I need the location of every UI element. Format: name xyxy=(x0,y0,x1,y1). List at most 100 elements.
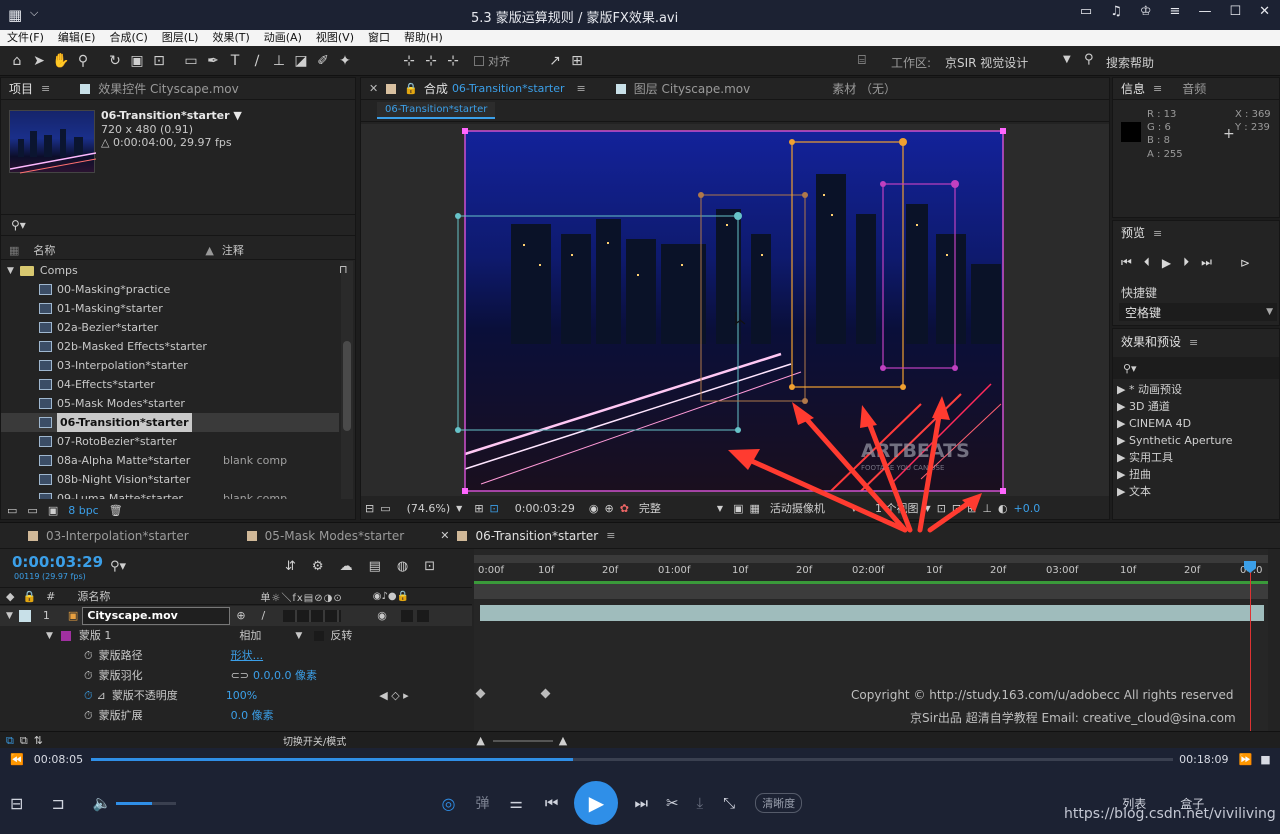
chevron-down-icon[interactable]: ▼ xyxy=(456,504,462,513)
list-item[interactable]: 00-Masking*practice xyxy=(1,280,339,299)
prop-mask-path[interactable]: ⏱ 蒙版路径 形状... xyxy=(0,646,472,666)
puppet-pin-tool-icon[interactable]: ✦ xyxy=(335,51,355,71)
next-frame-icon[interactable]: ⏵ xyxy=(1183,255,1189,270)
effects-search[interactable]: ⚲▾ xyxy=(1113,357,1279,379)
panel-menu-icon[interactable]: ≡ xyxy=(1153,82,1162,95)
switch-boxes[interactable] xyxy=(283,610,342,622)
always-preview-icon[interactable]: ⊟ xyxy=(365,502,374,515)
tab-footage[interactable]: 素材 （无） xyxy=(824,78,904,100)
close-icon[interactable]: ✕ xyxy=(1259,4,1270,19)
mask-name[interactable]: 蒙版 1 xyxy=(79,626,112,646)
keyframe-nav[interactable]: ◀ ◇ ▸ xyxy=(379,686,408,706)
chevron-down-icon[interactable]: ▼ xyxy=(717,504,723,513)
list-item[interactable]: ▶ 扭曲 xyxy=(1117,466,1279,483)
list-item-selected[interactable]: 06-Transition*starter xyxy=(1,413,339,432)
list-item[interactable]: 01-Masking*starter xyxy=(1,299,339,318)
zoom-in-icon[interactable]: ▲ xyxy=(559,734,567,747)
chevron-down-icon[interactable]: ▼ xyxy=(233,109,241,122)
scrollbar-thumb[interactable] xyxy=(343,341,351,431)
chevron-down-icon[interactable]: ▼ xyxy=(1266,307,1273,317)
chevron-down-icon[interactable]: ▼ xyxy=(46,626,53,646)
vr-icon[interactable]: ⌸ xyxy=(858,53,866,68)
pixel-aspect-icon[interactable]: ⊡ xyxy=(937,502,946,515)
play-button[interactable]: ▶ xyxy=(574,781,619,825)
monitor-icon[interactable]: ▭ xyxy=(380,502,390,515)
snapshot-icon[interactable]: ◉ xyxy=(589,502,599,515)
list-item[interactable]: 05-Mask Modes*starter xyxy=(1,394,339,413)
layer-switches-icon[interactable]: ⧉ xyxy=(6,734,14,748)
delete-icon[interactable]: 🗑 xyxy=(109,504,123,517)
tab-audio[interactable]: 音频 xyxy=(1174,78,1214,100)
breadcrumb[interactable]: 06-Transition*starter xyxy=(377,102,496,119)
snap-checkbox[interactable] xyxy=(474,55,484,66)
menu-help[interactable]: 帮助(H) xyxy=(397,30,450,46)
clone-stamp-tool-icon[interactable]: ⊥ xyxy=(269,51,289,71)
bpc-label[interactable]: 8 bpc xyxy=(68,504,99,517)
interpret-footage-icon[interactable]: ▭ xyxy=(7,504,17,517)
minimize-icon[interactable]: — xyxy=(1198,4,1211,19)
list-item[interactable]: 02b-Masked Effects*starter xyxy=(1,337,339,356)
link-icon[interactable]: ⊂⊃ xyxy=(231,666,249,686)
zoom-tool-icon[interactable]: ⚲ xyxy=(73,51,93,71)
comp-canvas[interactable]: ARTBEATS FOOTAGE YOU CAN USE xyxy=(361,124,1109,496)
message-icon[interactable]: ▭ xyxy=(1080,4,1092,19)
graph-editor-icon[interactable]: ⊡ xyxy=(424,559,435,574)
menu-layer[interactable]: 图层(L) xyxy=(155,30,206,46)
modes-icon[interactable]: ⧉ xyxy=(20,734,28,748)
menu-view[interactable]: 视图(V) xyxy=(309,30,361,46)
bell-icon[interactable]: ♫ xyxy=(1110,4,1122,19)
mask-vertex[interactable] xyxy=(462,488,468,494)
close-icon[interactable]: ✕ xyxy=(440,529,449,542)
exposure-icon[interactable]: ◐ xyxy=(998,502,1008,515)
previous-icon[interactable]: ⏮ xyxy=(545,794,559,812)
zoom-dropdown[interactable]: (74.6%) xyxy=(407,502,451,515)
mask-mode-dropdown[interactable]: 相加 xyxy=(239,626,261,646)
camera-dropdown[interactable]: 活动摄像机 xyxy=(770,500,825,516)
shortcut-dropdown[interactable]: 空格键 ▼ xyxy=(1119,303,1277,321)
prev-frame-icon[interactable]: ⏴ xyxy=(1144,255,1150,270)
tab-timeline-transition[interactable]: 06-Transition*starter xyxy=(467,525,606,547)
type-tool-icon[interactable]: T xyxy=(225,51,245,71)
prop-value[interactable]: 0.0,0.0 像素 xyxy=(253,666,317,686)
timeline-timecode[interactable]: 0:00:03:29 xyxy=(12,553,103,571)
work-area-bar[interactable] xyxy=(474,555,1268,563)
menu-animation[interactable]: 动画(A) xyxy=(257,30,309,46)
channel-icon[interactable]: ✿ xyxy=(620,502,629,515)
comp-mini-flowchart-icon[interactable]: ⇵ xyxy=(285,559,296,574)
axis-local-icon[interactable]: ⊹ xyxy=(399,51,419,71)
forward-icon[interactable]: ⏩ xyxy=(1239,753,1253,766)
list-item[interactable]: 07-RotoBezier*starter xyxy=(1,432,339,451)
search-icon[interactable]: ⚲▾ xyxy=(110,559,126,574)
home-icon[interactable]: ⌂ xyxy=(7,51,27,71)
sort-up-icon[interactable]: ▲ xyxy=(205,244,213,257)
list-item[interactable]: ▶ 文本 xyxy=(1117,483,1279,500)
chevron-down-icon[interactable]: ▼ xyxy=(295,626,302,646)
list-item[interactable]: 08a-Alpha Matte*starter blank comp xyxy=(1,451,339,470)
new-folder-icon[interactable]: ▭ xyxy=(27,504,37,517)
toggle-switches-modes[interactable]: 切换开关/模式 xyxy=(283,733,346,748)
quality-switch-icon[interactable]: / xyxy=(262,606,266,626)
in-out-icon[interactable]: ⇅ xyxy=(34,734,43,747)
chevron-down-icon[interactable]: ▼ xyxy=(6,606,13,626)
column-comment[interactable]: 注释 xyxy=(222,242,244,258)
time-ruler[interactable]: 0:00f 10f 20f 01:00f 10f 20f 02:00f 10f … xyxy=(474,563,1268,581)
stopwatch-icon[interactable]: ⏱ xyxy=(84,646,93,666)
new-comp-icon[interactable]: ▣ xyxy=(48,504,58,517)
chevron-down-icon[interactable]: ▼ xyxy=(1063,54,1071,65)
chevron-down-icon[interactable]: ▼ xyxy=(925,504,931,513)
tab-effect-controls[interactable]: 效果控件 Cityscape.mov xyxy=(90,78,247,100)
close-icon[interactable]: ✕ xyxy=(369,82,378,95)
comp-viewer[interactable]: ARTBEATS FOOTAGE YOU CAN USE xyxy=(361,124,1109,496)
eraser-tool-icon[interactable]: ◪ xyxy=(291,51,311,71)
volume-icon[interactable]: 🔈 xyxy=(93,794,112,812)
mask-row[interactable]: ▼ 蒙版 1 相加 ▼ 反转 xyxy=(0,626,472,646)
menu-composition[interactable]: 合成(C) xyxy=(102,30,154,46)
shy-icon[interactable]: ☁ xyxy=(340,559,353,574)
chevron-down-icon[interactable]: ▼ xyxy=(851,504,857,513)
list-item[interactable]: 02a-Bezier*starter xyxy=(1,318,339,337)
exposure-value[interactable]: +0.0 xyxy=(1014,502,1041,515)
list-item[interactable]: 04-Effects*starter xyxy=(1,375,339,394)
flowchart-icon[interactable]: ⊥ xyxy=(982,502,992,515)
stopwatch-icon[interactable]: ⏱ xyxy=(84,706,93,726)
resolution-dropdown[interactable]: 完整 xyxy=(639,500,661,516)
